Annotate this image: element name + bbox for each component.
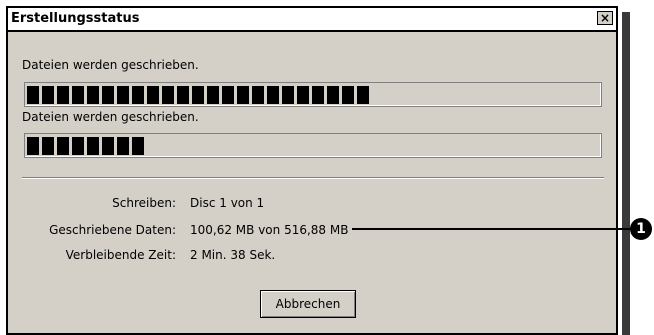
- progress-block: [192, 86, 204, 104]
- progress-block: [312, 86, 324, 104]
- window-shadow: [622, 12, 630, 335]
- close-icon: ×: [599, 11, 611, 25]
- progress-block: [117, 137, 129, 155]
- progress-block: [27, 86, 39, 104]
- close-button[interactable]: ×: [597, 11, 613, 25]
- progress-block: [87, 137, 99, 155]
- progress-block: [87, 86, 99, 104]
- detail-value: 2 Min. 38 Sek.: [190, 248, 276, 262]
- progress-fill-1: [27, 86, 372, 104]
- progress-block: [117, 86, 129, 104]
- progress-block: [222, 86, 234, 104]
- progress-block: [282, 86, 294, 104]
- progress-block: [252, 86, 264, 104]
- progress-bar-2: [24, 133, 602, 158]
- separator: [22, 177, 604, 179]
- status-label-1: Dateien werden geschrieben.: [22, 58, 199, 72]
- detail-value: 100,62 MB von 516,88 MB: [190, 223, 349, 237]
- status-label-2: Dateien werden geschrieben.: [22, 110, 199, 124]
- progress-block: [102, 137, 114, 155]
- progress-block: [42, 137, 54, 155]
- progress-block: [147, 86, 159, 104]
- detail-label: Verbleibende Zeit:: [65, 248, 176, 262]
- progress-block: [72, 86, 84, 104]
- progress-block: [207, 86, 219, 104]
- detail-label: Schreiben:: [112, 196, 176, 210]
- progress-block: [297, 86, 309, 104]
- cancel-button[interactable]: Abbrechen: [260, 290, 356, 318]
- creation-status-dialog: Erstellungsstatus × Dateien werden gesch…: [6, 6, 618, 335]
- progress-block: [42, 86, 54, 104]
- progress-block: [57, 86, 69, 104]
- progress-fill-2: [27, 137, 147, 155]
- progress-block: [357, 86, 369, 104]
- detail-label: Geschriebene Daten:: [49, 223, 176, 237]
- title-bar[interactable]: Erstellungsstatus ×: [8, 8, 616, 32]
- progress-block: [132, 86, 144, 104]
- progress-block: [132, 137, 144, 155]
- progress-block: [342, 86, 354, 104]
- progress-block: [27, 137, 39, 155]
- progress-block: [57, 137, 69, 155]
- progress-block: [237, 86, 249, 104]
- progress-block: [267, 86, 279, 104]
- callout-marker: 1: [630, 218, 652, 240]
- progress-block: [327, 86, 339, 104]
- detail-value: Disc 1 von 1: [190, 196, 265, 210]
- progress-block: [72, 137, 84, 155]
- progress-block: [162, 86, 174, 104]
- window-title: Erstellungsstatus: [11, 11, 140, 26]
- progress-bar-1: [24, 82, 602, 107]
- callout-line: [352, 228, 640, 230]
- progress-block: [177, 86, 189, 104]
- progress-block: [102, 86, 114, 104]
